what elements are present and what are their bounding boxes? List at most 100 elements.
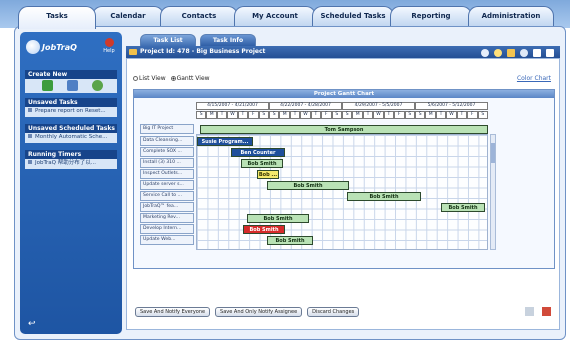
running-timer-item[interactable]: JobTraQ 帮助分布了以...: [25, 159, 117, 169]
gantt-task-bar[interactable]: Bob ...: [257, 170, 279, 179]
top-navigation: Tasks Calendar Contacts My Account Sched…: [0, 0, 570, 29]
tab-contacts[interactable]: Contacts: [160, 6, 238, 28]
gantt-row-label[interactable]: Develop Intern...: [140, 224, 194, 234]
running-timer-label: JobTraQ 帮助分布了以...: [35, 160, 96, 166]
gantt-task-bar[interactable]: Bob Smith: [247, 214, 309, 223]
unsaved-scheduled-label: Monthly Automatic Sche...: [35, 134, 108, 140]
gantt-task-bar[interactable]: Bob Smith: [267, 236, 313, 245]
gantt-task-bar[interactable]: Bob Smith: [441, 203, 485, 212]
tab-task-list[interactable]: Task List: [140, 34, 196, 46]
gantt-row-label[interactable]: Complete SOX ...: [140, 147, 194, 157]
save-and-notify-assignee-button[interactable]: Save And Only Notify Assignee: [215, 307, 303, 317]
gantt-row-label[interactable]: Update server s...: [140, 180, 194, 190]
print-icon[interactable]: [525, 307, 535, 316]
gantt-view-radio[interactable]: [170, 76, 176, 81]
new-task-icon[interactable]: [42, 80, 54, 91]
gantt-day-header: M: [425, 111, 436, 119]
gantt-row-label[interactable]: Inspect Outlets...: [140, 169, 194, 179]
refresh-icon[interactable]: [519, 48, 528, 57]
tab-calendar[interactable]: Calendar: [92, 6, 164, 28]
color-chart-link[interactable]: Color Chart: [517, 75, 551, 82]
folder-icon: [129, 49, 137, 55]
project-title-bar: Project Id: 478 - Big Business Project: [126, 46, 560, 58]
create-new-actions: [25, 79, 117, 93]
tab-administration[interactable]: Administration: [468, 6, 554, 28]
lightbulb-icon[interactable]: [493, 48, 502, 57]
gantt-task-bar[interactable]: Bob Smith: [241, 159, 283, 168]
gantt-day-header: S: [196, 111, 207, 119]
gantt-day-header: T: [362, 111, 374, 119]
list-view-radio[interactable]: [133, 76, 138, 81]
tab-scheduled-tasks[interactable]: Scheduled Tasks: [312, 6, 394, 28]
print-icon[interactable]: [546, 48, 554, 57]
logo-area: JobTraQ Help: [20, 32, 122, 66]
running-timers-header: Running Timers: [25, 150, 117, 159]
gantt-day-header: M: [352, 111, 363, 119]
tab-my-account[interactable]: My Account: [234, 6, 316, 28]
gantt-task-bar[interactable]: Bob Smith: [347, 192, 421, 201]
gantt-title: Project Gantt Chart: [134, 90, 554, 98]
gantt-day-header: T: [456, 111, 468, 119]
gantt-day-header: S: [477, 111, 488, 119]
new-contact-icon[interactable]: [91, 80, 103, 91]
gantt-day-header: F: [248, 111, 259, 119]
gantt-task-bar[interactable]: Ben Counter: [231, 148, 285, 157]
pdf-export-icon[interactable]: [542, 307, 551, 316]
gantt-day-header: F: [394, 111, 405, 119]
logo-text: JobTraQ: [42, 43, 77, 52]
discard-changes-button[interactable]: Discard Changes: [307, 307, 360, 317]
gantt-grid: Susie Program... Ben Counter Bob Smith Bob …: [196, 134, 488, 250]
gantt-week-header: 5/6/2007 - 5/12/2007: [415, 102, 488, 110]
gantt-scrollbar[interactable]: [490, 134, 496, 250]
document-icon[interactable]: [532, 48, 541, 57]
gantt-week-header: 4/22/2007 - 4/28/2007: [269, 102, 342, 110]
gantt-day-header: M: [279, 111, 290, 119]
unsaved-scheduled-header: Unsaved Scheduled Tasks: [25, 124, 117, 133]
main-panel: Task List Task Info Project Id: 478 - Bi…: [126, 34, 560, 330]
gantt-day-header: T: [216, 111, 228, 119]
gantt-project-row-label[interactable]: Big IT Project: [140, 124, 194, 134]
gantt-week-header: 4/15/2007 - 4/21/2007: [196, 102, 269, 110]
unsaved-task-item[interactable]: Prepare report on Reset...: [25, 107, 117, 117]
new-scheduled-task-icon[interactable]: [67, 80, 78, 91]
gantt-day-header: W: [446, 111, 457, 119]
project-title: Project Id: 478 - Big Business Project: [140, 48, 266, 55]
gantt-day-header: M: [206, 111, 217, 119]
unsaved-tasks-header: Unsaved Tasks: [25, 98, 117, 107]
info-icon[interactable]: [480, 48, 489, 57]
task-icon: [28, 108, 32, 112]
unsaved-scheduled-item[interactable]: Monthly Automatic Sche...: [25, 133, 117, 143]
timer-icon: [28, 160, 32, 164]
gantt-task-bar[interactable]: Bob Smith: [267, 181, 349, 190]
gantt-row-label[interactable]: Data Cleansing...: [140, 136, 194, 146]
gantt-view-label: Gantt View: [176, 75, 210, 82]
gantt-row-label[interactable]: Install (3) 310 ...: [140, 158, 194, 168]
gantt-day-header: T: [435, 111, 447, 119]
gantt-task-bar[interactable]: Bob Smith: [243, 225, 285, 234]
folder-open-icon[interactable]: [506, 48, 515, 57]
create-new-header: Create New: [25, 70, 117, 79]
gantt-row-label[interactable]: Update Web...: [140, 235, 194, 245]
gantt-week-header: 4/29/2007 - 5/5/2007: [342, 102, 415, 110]
action-buttons: Save And Notify Everyone Save And Only N…: [135, 307, 362, 317]
gantt-day-header: W: [227, 111, 238, 119]
tab-task-info[interactable]: Task Info: [200, 34, 256, 46]
gantt-day-header: S: [342, 111, 353, 119]
back-arrow-icon[interactable]: ↩: [28, 319, 40, 329]
gantt-day-header: W: [300, 111, 311, 119]
help-icon: [104, 38, 114, 47]
help-label: Help: [103, 48, 115, 54]
save-and-notify-everyone-button[interactable]: Save And Notify Everyone: [135, 307, 211, 317]
gantt-row-label[interactable]: Service Call to ...: [140, 191, 194, 201]
gantt-row-label[interactable]: JobTraQ™ fea...: [140, 202, 194, 212]
tab-reporting[interactable]: Reporting: [390, 6, 472, 28]
help-button[interactable]: Help: [102, 38, 116, 58]
tab-tasks[interactable]: Tasks: [18, 6, 96, 29]
gantt-row-label[interactable]: Marketing Rev...: [140, 213, 194, 223]
gantt-project-bar[interactable]: Tom Sampson: [200, 125, 488, 134]
sidebar: JobTraQ Help Create New Unsaved Tasks Pr…: [20, 32, 122, 334]
gantt-day-header: S: [404, 111, 415, 119]
scheduled-task-icon: [28, 134, 32, 138]
gantt-task-bar[interactable]: Susie Program...: [197, 137, 253, 146]
gantt-scroll-thumb[interactable]: [491, 143, 495, 163]
